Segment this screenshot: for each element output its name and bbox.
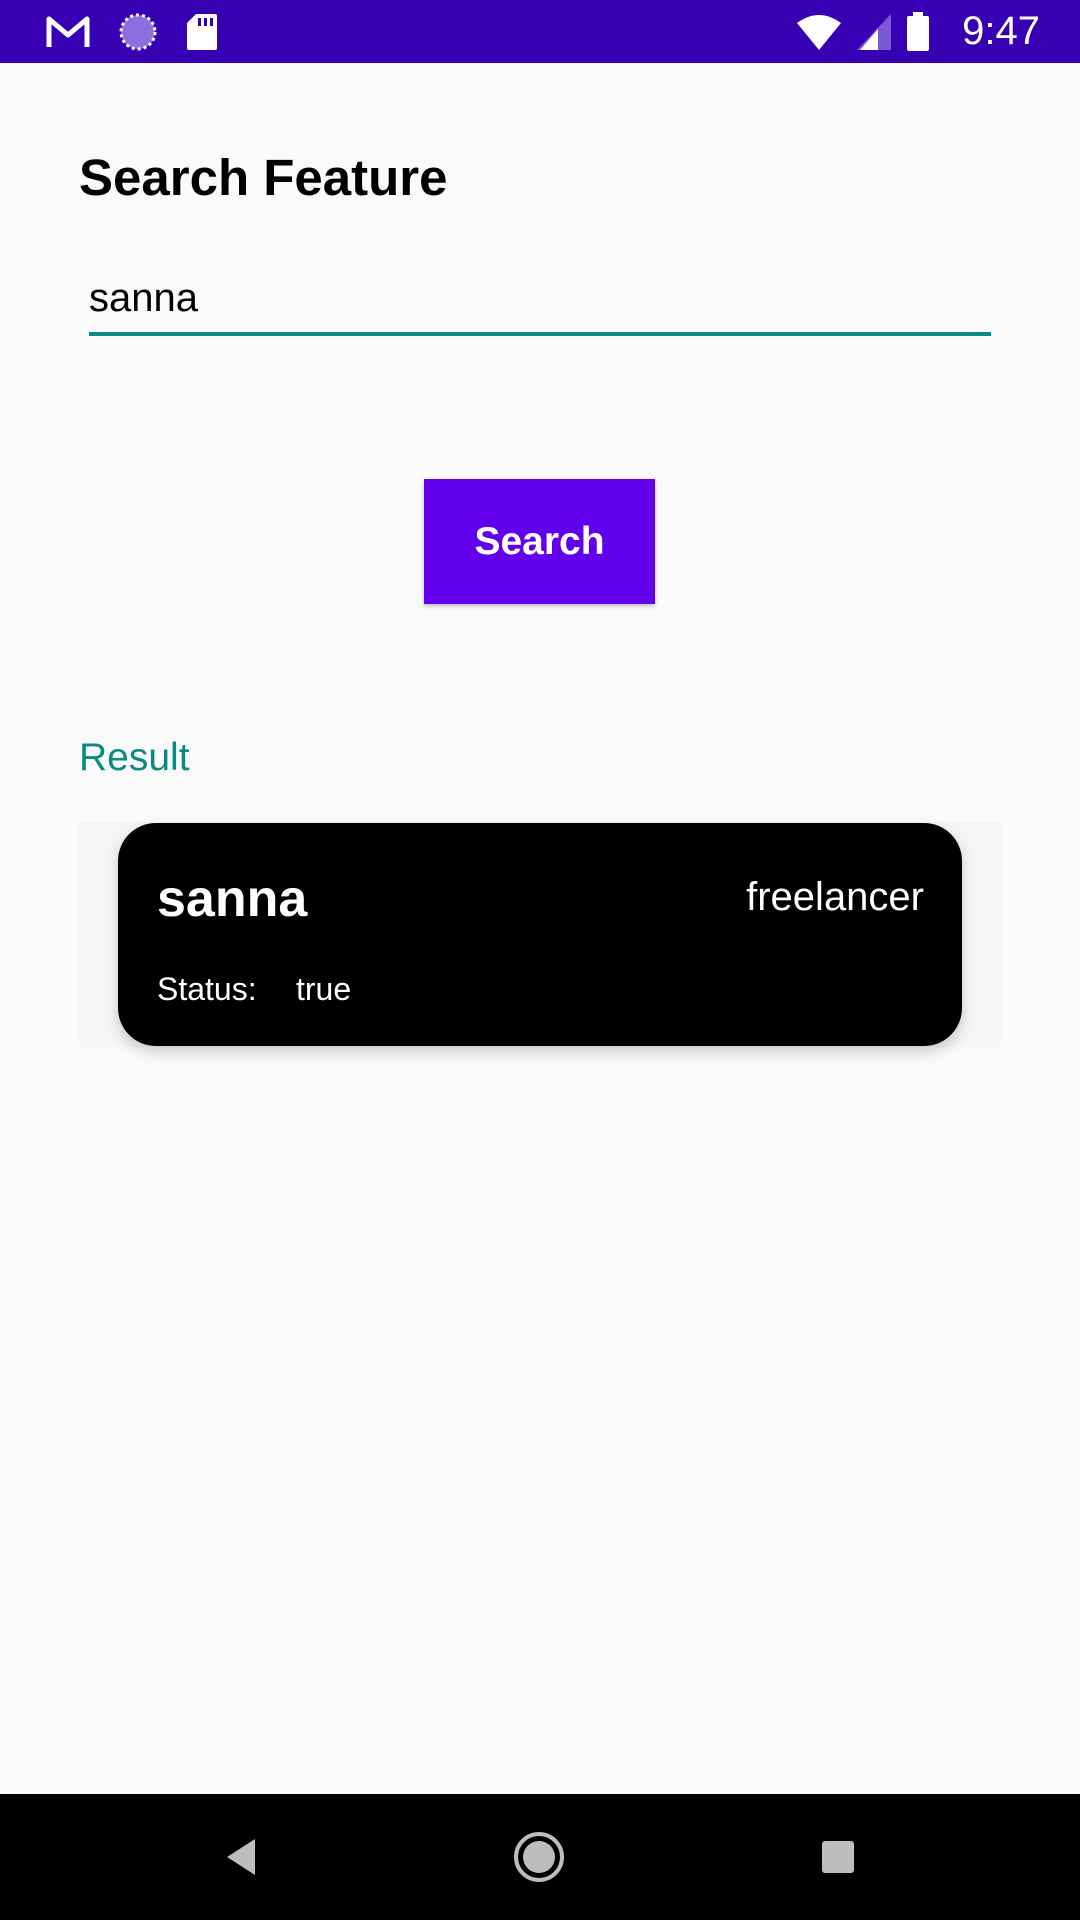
back-button[interactable] — [206, 1822, 276, 1892]
wifi-icon — [797, 14, 842, 50]
signal-icon — [857, 13, 892, 50]
recents-icon — [822, 1841, 854, 1873]
status-bar: 9:47 — [0, 0, 1080, 63]
back-icon — [227, 1839, 255, 1875]
result-card[interactable]: sanna freelancer Status: true — [118, 823, 962, 1046]
search-field[interactable] — [89, 266, 991, 336]
result-name: sanna — [157, 870, 308, 928]
sd-card-icon — [187, 14, 217, 50]
gmail-icon — [46, 16, 90, 47]
status-bar-left — [46, 12, 218, 52]
status-label: Status: — [157, 971, 257, 1007]
status-time: 9:47 — [962, 9, 1040, 53]
sync-icon — [119, 13, 157, 51]
home-button[interactable] — [504, 1822, 574, 1892]
result-role: freelancer — [746, 875, 924, 919]
status-value: true — [296, 971, 352, 1007]
search-input[interactable] — [89, 266, 991, 330]
status-bar-right: 9:47 — [796, 0, 1040, 63]
result-label: Result — [79, 736, 190, 779]
page-title: Search Feature — [79, 149, 448, 206]
search-button[interactable]: Search — [424, 479, 655, 604]
navigation-bar — [0, 1794, 1080, 1920]
recents-button[interactable] — [803, 1822, 873, 1892]
home-icon — [514, 1832, 564, 1882]
battery-icon — [907, 11, 930, 51]
